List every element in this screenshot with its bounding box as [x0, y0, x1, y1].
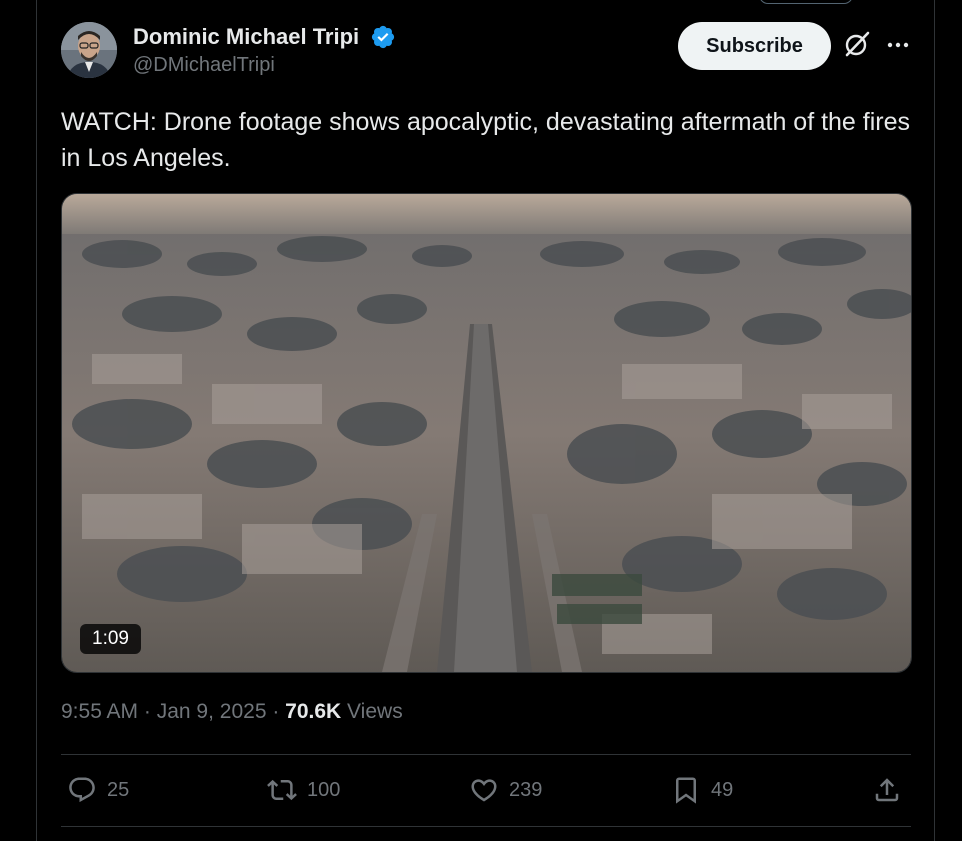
- bookmark-button[interactable]: 49: [671, 772, 733, 808]
- subscribe-button[interactable]: Subscribe: [678, 22, 831, 70]
- reply-count: 25: [107, 778, 130, 801]
- video-player[interactable]: 1:09: [61, 193, 912, 673]
- bookmark-count: 49: [711, 778, 734, 801]
- reply-button[interactable]: 25: [67, 772, 129, 808]
- avatar[interactable]: [61, 22, 117, 78]
- top-pill-button[interactable]: [759, 0, 853, 4]
- post-column: Dominic Michael Tripi @DMichaelTripi Sub…: [36, 0, 935, 841]
- post-text: WATCH: Drone footage shows apocalyptic, …: [61, 108, 911, 172]
- author-name[interactable]: Dominic Michael Tripi: [133, 24, 359, 50]
- divider: [61, 754, 911, 755]
- share-button[interactable]: [872, 772, 912, 808]
- verified-badge-icon[interactable]: [370, 24, 396, 50]
- post-meta: 9:55 AM · Jan 9, 2025 · 70.6K Views: [61, 700, 403, 724]
- repost-icon: [267, 779, 297, 801]
- bookmark-icon: [676, 777, 696, 804]
- author-handle[interactable]: @DMichaelTripi: [133, 54, 275, 77]
- grok-icon[interactable]: [843, 30, 871, 58]
- like-button[interactable]: 239: [469, 772, 542, 808]
- meta-separator: ·: [266, 700, 286, 723]
- repost-count: 100: [307, 778, 341, 801]
- like-count: 239: [509, 778, 543, 801]
- video-thumbnail: [62, 194, 911, 672]
- heart-icon: [471, 779, 497, 802]
- reply-icon: [69, 777, 95, 803]
- post-time[interactable]: 9:55 AM: [61, 700, 138, 723]
- more-icon[interactable]: [885, 32, 911, 58]
- repost-button[interactable]: 100: [267, 772, 340, 808]
- views-label: Views: [341, 700, 403, 723]
- meta-separator: ·: [138, 700, 157, 723]
- video-duration: 1:09: [80, 624, 141, 654]
- divider: [61, 826, 911, 827]
- post-date[interactable]: Jan 9, 2025: [157, 700, 267, 723]
- share-icon: [875, 778, 899, 802]
- views-count: 70.6K: [285, 700, 342, 723]
